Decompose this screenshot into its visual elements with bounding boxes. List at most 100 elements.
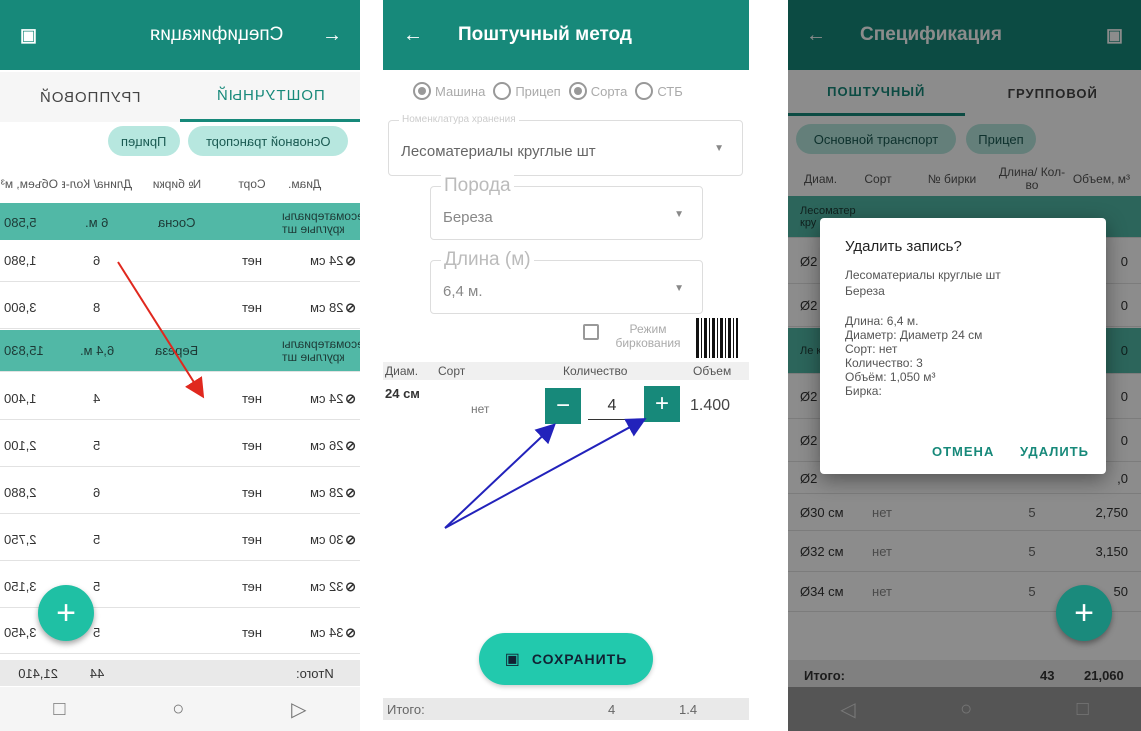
save-icon[interactable]: ▣ <box>20 25 37 46</box>
total-count: 44 <box>89 665 105 681</box>
dialog-detail-line: Сорт: нет <box>845 342 898 356</box>
save-label: СОХРАНИТЬ <box>531 651 628 667</box>
col-diam: Диам. <box>288 177 322 191</box>
length-label: Длина (м) <box>441 249 534 271</box>
add-fab[interactable]: + <box>1056 585 1112 641</box>
radio-stb[interactable]: СТБ <box>635 82 683 100</box>
decrement-button[interactable]: − <box>545 388 581 424</box>
diameter-icon: ⊘ <box>345 254 356 267</box>
row-diam: 24 см <box>385 386 420 401</box>
diameter-icon: ⊘ <box>345 439 356 452</box>
cell-volume: 2,880 <box>4 485 37 500</box>
radio-stb-dot <box>635 82 654 100</box>
total-label: Итого: <box>296 665 334 681</box>
back-icon[interactable]: ▷ <box>291 697 306 722</box>
recents-icon[interactable]: □ <box>1077 698 1089 721</box>
group-row[interactable]: 15,830 6,4 м. Береза Лесоматериалы круглые … <box>0 330 360 372</box>
cell-tag: Береза <box>155 343 199 358</box>
cell-diam: 34 см ⊘ <box>309 626 356 639</box>
recents-icon[interactable]: □ <box>53 698 65 721</box>
cell-diam: 28 см ⊘ <box>309 486 356 499</box>
quantity-input[interactable]: 4 <box>588 392 636 420</box>
cell-tag <box>132 485 222 500</box>
table-header: Диам. Сорт Количество Объем <box>383 362 749 380</box>
group-row[interactable]: 5,580 6 м. Сосна Лесоматериалы круглые шт <box>0 203 360 243</box>
col-volume: Объем, м³ <box>0 177 58 191</box>
home-icon[interactable]: ○ <box>172 698 184 721</box>
length-select[interactable]: Длина (м) 6,4 м. ▼ <box>430 249 703 314</box>
dialog-detail-line: Бирка: <box>845 384 882 398</box>
col-sort: Сорт <box>238 177 266 191</box>
cell-count: 8 <box>93 300 101 315</box>
increment-button[interactable]: + <box>644 386 680 422</box>
nomenclature-select[interactable]: Номенклатура хранения Лесоматериалы круг… <box>388 114 743 176</box>
diameter-icon: ⊘ <box>345 580 356 593</box>
radio-trailer[interactable]: Прицеп <box>493 82 561 100</box>
radio-group: Машина Прицеп Сорта СТБ <box>413 82 691 100</box>
dropdown-arrow-icon: ▼ <box>674 209 684 220</box>
totals-row: Итого: 4 1.4 <box>383 698 749 720</box>
cell-sort: нет <box>242 253 262 268</box>
table-row[interactable]: 2,880 6 нет 28 см ⊘ <box>0 472 360 514</box>
length-value: 6,4 м. <box>443 283 483 300</box>
diameter-icon: ⊘ <box>345 533 356 546</box>
cell-sort: нет <box>242 485 262 500</box>
cell-tag <box>132 253 222 268</box>
cell-sort: нет <box>242 438 262 453</box>
delete-button[interactable]: УДАЛИТЬ <box>1020 444 1089 459</box>
col-tag: № бирки <box>152 177 202 191</box>
table-row[interactable]: 1,400 4 нет 24 см ⊘ <box>0 378 360 420</box>
add-fab[interactable]: + <box>38 585 94 641</box>
dropdown-arrow-icon: ▼ <box>674 283 684 294</box>
col-sort: Сорт <box>438 364 466 378</box>
cell-tag <box>132 625 222 640</box>
table-row[interactable]: 1,980 6 нет 24 см ⊘ <box>0 240 360 282</box>
table-row[interactable]: 3,600 8 нет 28 см ⊘ <box>0 287 360 329</box>
back-icon[interactable]: ◁ <box>840 697 855 722</box>
cell-tag: Сосна <box>158 215 196 230</box>
dialog-title: Удалить запись? <box>845 238 962 255</box>
tag-mode-checkbox[interactable] <box>583 324 599 340</box>
table-row[interactable]: 2,100 5 нет 26 см ⊘ <box>0 425 360 467</box>
nomenclature-value: Лесоматериалы круглые шт <box>401 143 596 160</box>
total-volume: 1.4 <box>679 701 698 717</box>
col-vol: Объем <box>693 364 732 378</box>
tab-bar: Групповой Поштучный <box>0 72 360 122</box>
table-row[interactable]: 2,750 5 нет 30 см ⊘ <box>0 519 360 561</box>
cell-sort: нет <box>242 579 262 594</box>
chip-trailer[interactable]: Прицеп <box>108 126 180 156</box>
home-icon[interactable]: ○ <box>960 698 972 721</box>
radio-trailer-dot <box>493 82 512 100</box>
page-title: Поштучный метод <box>458 24 632 45</box>
chip-main-transport[interactable]: Основной транспорт <box>188 126 348 156</box>
cell-tag <box>132 391 222 406</box>
back-arrow-icon[interactable]: ← <box>403 24 423 47</box>
cell-sort: нет <box>242 532 262 547</box>
diameter-icon: ⊘ <box>345 486 356 499</box>
cell-count: 5 <box>93 532 101 547</box>
cancel-button[interactable]: ОТМЕНА <box>932 444 994 459</box>
row-sort: нет <box>471 402 490 416</box>
barcode-icon[interactable] <box>696 318 738 358</box>
tag-mode-label: Режим биркования <box>615 322 681 350</box>
dialog-details: Длина: 6,4 м. Диаметр: Диаметр 24 см Сорт:… <box>845 314 982 398</box>
species-value: Береза <box>443 209 493 226</box>
radio-car[interactable]: Машина <box>413 82 485 100</box>
cell-count: 6 <box>93 253 101 268</box>
cell-sort: нет <box>242 391 262 406</box>
tab-group[interactable]: Групповой <box>0 72 180 122</box>
forward-arrow-icon[interactable]: → <box>322 24 342 47</box>
totals-row: 21,410 44 Итого: <box>0 660 360 686</box>
diameter-icon: ⊘ <box>345 301 356 314</box>
radio-sort[interactable]: Сорта <box>568 82 627 100</box>
radio-sort-dot <box>568 82 587 100</box>
cell-volume: 15,830 <box>4 343 44 358</box>
phone-1-screen: ▣ Спецификация → Групповой Поштучный При… <box>0 0 360 731</box>
dialog-detail-line: Длина: 6,4 м. <box>845 314 919 328</box>
species-select[interactable]: Порода Береза ▼ <box>430 175 703 240</box>
cell-sort: нет <box>242 625 262 640</box>
col-qty: Количество <box>563 364 628 378</box>
save-button[interactable]: ▣ СОХРАНИТЬ <box>479 633 653 685</box>
cell-volume: 2,100 <box>4 438 37 453</box>
tab-piece[interactable]: Поштучный <box>180 72 360 122</box>
